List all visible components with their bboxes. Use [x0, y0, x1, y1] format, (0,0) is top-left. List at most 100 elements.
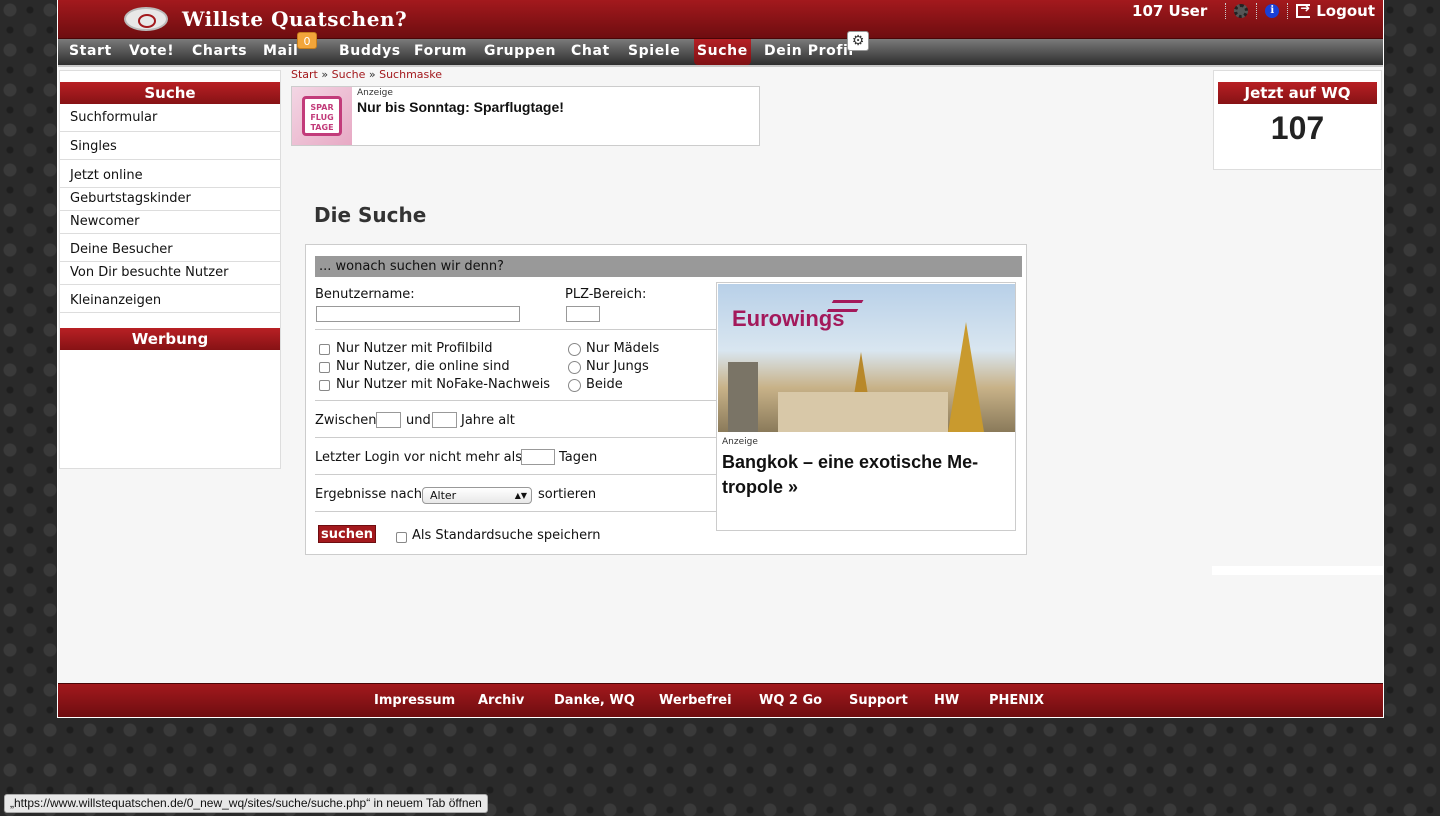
nav-item-vote[interactable]: Vote!	[129, 39, 174, 65]
breadcrumb-separator: »	[321, 68, 329, 81]
temple-spire	[948, 322, 984, 432]
sort-select[interactable]: Alter ▲▼	[422, 487, 532, 504]
age-and-label: und	[406, 413, 431, 428]
nav-item-dein-profil[interactable]: Dein Profil	[764, 39, 854, 65]
footer-link-archiv[interactable]: Archiv	[478, 684, 524, 717]
save-default-checkbox[interactable]	[396, 532, 407, 543]
ad-box-title[interactable]: Bangkok – eine exotische Me-tropole »	[722, 450, 1007, 500]
nav-item-gruppen[interactable]: Gruppen	[484, 39, 556, 65]
nav-item-buddys[interactable]: Buddys	[339, 39, 401, 65]
search-form-heading: ... wonach suchen wir denn?	[315, 256, 1022, 277]
nav-item-start[interactable]: Start	[69, 39, 112, 65]
username-input[interactable]	[316, 306, 520, 322]
ad-thumbnail: SPAR FLUG TAGE	[292, 87, 352, 145]
temple-base	[778, 392, 948, 432]
footer-link-hw[interactable]: HW	[934, 684, 959, 717]
breadcrumb-suche[interactable]: Suche	[332, 68, 366, 81]
ad-thumbnail-text: SPAR FLUG TAGE	[302, 96, 342, 136]
divider	[1256, 3, 1258, 19]
side-ad-box[interactable]: Eurowings Anzeige Bangkok – eine exotisc…	[716, 282, 1016, 531]
footer-link-impressum[interactable]: Impressum	[374, 684, 455, 717]
sort-select-value: Alter	[430, 489, 457, 502]
sidebar-item-geburtstagskinder[interactable]: Geburtstagskinder	[60, 188, 280, 211]
age-max-input[interactable]	[432, 412, 457, 428]
logout-button[interactable]: Logout	[1296, 1, 1375, 20]
divider	[315, 329, 718, 330]
search-form: ... wonach suchen wir denn? Benutzername…	[305, 244, 1027, 555]
ad-label: Anzeige	[722, 437, 758, 447]
divider	[315, 437, 718, 438]
footer-link-werbefrei[interactable]: Werbefrei	[659, 684, 732, 717]
age-suffix-label: Jahre alt	[461, 413, 515, 428]
jungs-radio[interactable]	[568, 361, 581, 374]
select-arrows-icon: ▲▼	[514, 491, 527, 500]
sidebar-menu: Suchformular Singles Jetzt online Geburt…	[60, 104, 280, 313]
ad-title[interactable]: Nur bis Sonntag: Sparflugtage!	[357, 99, 564, 115]
top-ad-banner[interactable]: SPAR FLUG TAGE Anzeige Nur bis Sonntag: …	[291, 86, 760, 146]
footer-link-danke-wq[interactable]: Danke, WQ	[554, 684, 635, 717]
login-days-input[interactable]	[521, 449, 555, 465]
footer-link-wq-2-go[interactable]: WQ 2 Go	[759, 684, 822, 717]
page-title: Die Suche	[314, 203, 427, 227]
sidebar-item-suchformular[interactable]: Suchformular	[60, 104, 280, 132]
mail-count-badge[interactable]: 0	[297, 32, 317, 49]
divider	[1287, 3, 1289, 19]
sidebar-item-deine-besucher[interactable]: Deine Besucher	[60, 234, 280, 262]
sort-prefix-label: Ergebnisse nach	[315, 487, 422, 502]
sidebar-item-newcomer[interactable]: Newcomer	[60, 211, 280, 234]
online-now-count[interactable]: 107	[1214, 110, 1381, 147]
login-suffix-label: Tagen	[559, 450, 598, 465]
nav-item-chat[interactable]: Chat	[571, 39, 610, 65]
online-checkbox[interactable]	[319, 362, 330, 373]
ad-temple-image: Eurowings	[718, 284, 1015, 432]
breadcrumb-start[interactable]: Start	[291, 68, 318, 81]
profilbild-checkbox[interactable]	[319, 344, 330, 355]
profile-settings-gear-icon[interactable]: ⚙	[847, 31, 869, 51]
footer-link-support[interactable]: Support	[849, 684, 908, 717]
nav-item-spiele[interactable]: Spiele	[628, 39, 680, 65]
right-column-strip	[1212, 566, 1384, 575]
logo-text: Willste Quatschen?	[182, 7, 408, 31]
info-icon[interactable]: i	[1265, 4, 1280, 18]
settings-gear-icon[interactable]	[1234, 4, 1249, 18]
breadcrumb: Start » Suche » Suchmaske	[291, 68, 442, 81]
maedels-label: Nur Mädels	[586, 341, 660, 356]
nofake-checkbox[interactable]	[319, 380, 330, 391]
nav-item-suche[interactable]: Suche	[694, 39, 751, 65]
maedels-radio[interactable]	[568, 343, 581, 356]
nav-item-mail[interactable]: Mail	[263, 39, 298, 65]
site-header: Willste Quatschen? 107 User i Logout	[58, 0, 1383, 39]
save-default-label: Als Standardsuche speichern	[412, 528, 601, 543]
divider	[315, 511, 718, 512]
beide-radio[interactable]	[568, 379, 581, 392]
nav-item-charts[interactable]: Charts	[192, 39, 247, 65]
page-frame: Willste Quatschen? 107 User i Logout Sta…	[57, 0, 1384, 718]
temple-statue	[728, 362, 758, 432]
age-min-input[interactable]	[376, 412, 401, 428]
breadcrumb-current[interactable]: Suchmaske	[379, 68, 442, 81]
sidebar-item-besuchte-nutzer[interactable]: Von Dir besuchte Nutzer	[60, 262, 280, 285]
divider	[1225, 3, 1227, 19]
nofake-label: Nur Nutzer mit NoFake-Nachweis	[336, 377, 551, 392]
plz-input[interactable]	[566, 306, 600, 322]
username-label: Benutzername:	[315, 287, 415, 302]
brand-swoosh-icon	[826, 300, 864, 312]
online-user-count[interactable]: 107 User	[1132, 2, 1217, 20]
jungs-label: Nur Jungs	[586, 359, 649, 374]
nav-item-forum[interactable]: Forum	[414, 39, 467, 65]
breadcrumb-separator: »	[368, 68, 376, 81]
plz-label: PLZ-Bereich:	[565, 287, 647, 302]
logout-label: Logout	[1316, 2, 1375, 20]
sidebar-item-singles[interactable]: Singles	[60, 132, 280, 160]
main-nav: Start Vote! Charts Mail 0 Buddys Forum G…	[58, 31, 1383, 67]
speech-bubble-logo-icon	[124, 7, 168, 31]
profilbild-label: Nur Nutzer mit Profilbild	[336, 341, 493, 356]
site-logo[interactable]: Willste Quatschen?	[124, 5, 407, 33]
sidebar-item-kleinanzeigen[interactable]: Kleinanzeigen	[60, 285, 280, 313]
sidebar-item-jetzt-online[interactable]: Jetzt online	[60, 160, 280, 188]
search-submit-button[interactable]: suchen	[318, 525, 377, 543]
online-label: Nur Nutzer, die online sind	[336, 359, 510, 374]
beide-label: Beide	[586, 377, 623, 392]
age-prefix-label: Zwischen	[315, 413, 377, 428]
footer-link-phenix[interactable]: PHENIX	[989, 684, 1044, 717]
